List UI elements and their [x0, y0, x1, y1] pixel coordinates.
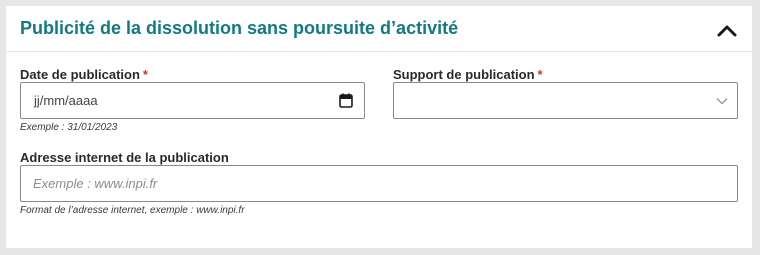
chevron-down-icon[interactable]: [716, 97, 728, 105]
url-field[interactable]: [20, 165, 738, 202]
date-input-placeholder: jj/mm/aaaa: [34, 93, 98, 108]
chevron-up-icon[interactable]: [716, 21, 738, 39]
section-header[interactable]: Publicité de la dissolution sans poursui…: [6, 6, 752, 52]
url-hint: Format de l’adresse internet, exemple : …: [20, 205, 245, 216]
calendar-icon[interactable]: [339, 93, 353, 108]
date-hint: Exemple : 31/01/2023: [20, 122, 118, 133]
url-label: Adresse internet de la publication: [20, 150, 229, 165]
support-label-text: Support de publication: [393, 67, 535, 82]
url-input[interactable]: [21, 166, 737, 201]
required-mark: *: [537, 67, 543, 82]
required-mark: *: [142, 67, 148, 82]
date-label: Date de publication *: [20, 67, 148, 82]
date-input[interactable]: jj/mm/aaaa: [20, 82, 365, 119]
support-select[interactable]: [393, 82, 738, 119]
form-panel: Publicité de la dissolution sans poursui…: [6, 6, 752, 248]
section-title: Publicité de la dissolution sans poursui…: [20, 18, 459, 38]
support-label: Support de publication *: [393, 67, 543, 82]
date-label-text: Date de publication: [20, 67, 140, 82]
